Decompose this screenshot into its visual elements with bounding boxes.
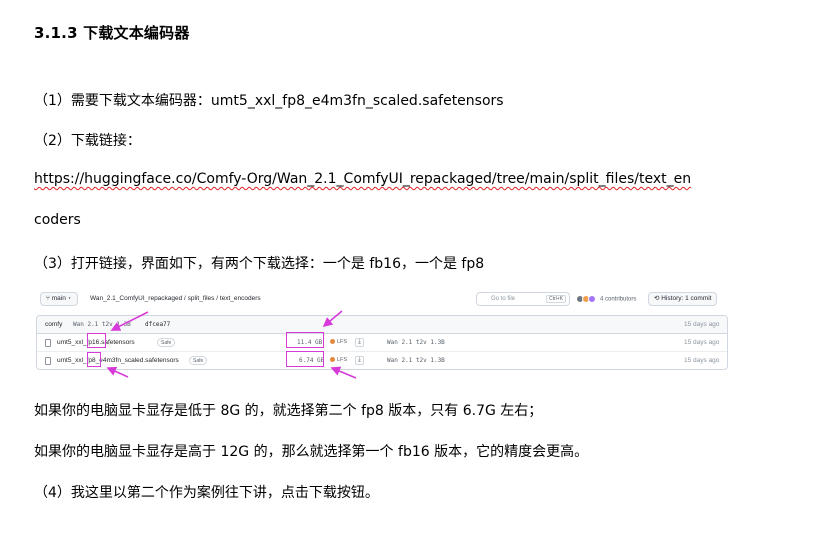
file-commit-message[interactable]: Wan 2.1 t2v 1.3B [387,357,445,364]
file-age: 15 days ago [684,339,720,346]
last-commit-row: comfy Wan 2.1 t2v 1.3B dfcea77 15 days a… [37,316,727,334]
file-row-fp16: umt5_xxl_fp16.safetensors Safe 11.4 GB L… [37,334,727,352]
download-url-line1[interactable]: https://huggingface.co/Comfy-Org/Wan_2.1… [34,171,691,187]
contributors-label: 4 contributors [600,296,637,303]
commit-message[interactable]: Wan 2.1 t2v 1.3B [73,321,131,328]
paragraph-two-options: （3）打开链接，界面如下，有两个下载选择：一个是 fb16，一个是 fp8 [34,256,485,272]
contributors[interactable]: 4 contributors [576,295,636,303]
file-table: comfy Wan 2.1 t2v 1.3B dfcea77 15 days a… [36,315,728,370]
embedded-screenshot: ⑂ main ▾ Wan_2.1_ComfyUI_repackaged / sp… [36,286,728,370]
file-name[interactable]: umt5_xxl_fp16.safetensors [57,339,135,346]
history-label: History: 1 commit [661,295,712,302]
download-icon[interactable]: ⤓ [355,356,364,365]
file-size: 6.74 GB [299,357,325,364]
paragraph-step4: （4）我这里以第二个作为案例往下讲，点击下载按钮。 [34,485,379,501]
commit-hash[interactable]: dfcea77 [145,321,170,328]
goto-shortcut: Ctrl+K [545,295,566,303]
file-commit-message[interactable]: Wan 2.1 t2v 1.3B [387,339,445,346]
branch-selector[interactable]: ⑂ main ▾ [40,292,78,306]
section-heading: 3.1.3 下载文本编码器 [34,24,190,42]
safe-badge: Safe [157,338,176,347]
lfs-badge: LFS [330,357,347,363]
history-button[interactable]: ⟲ History: 1 commit [648,292,718,306]
goto-file-input[interactable]: Go to file Ctrl+K [476,292,570,306]
contributor-avatars [576,295,598,303]
paragraph-high-vram: 如果你的电脑显卡显存是高于 12G 的，那么就选择第一个 fb16 版本，它的精… [34,444,589,460]
download-url-line2[interactable]: coders [34,212,81,228]
file-row-fp8: umt5_xxl_fp8_e4m3fn_scaled.safetensors S… [37,352,727,369]
file-icon [45,339,51,347]
breadcrumb[interactable]: Wan_2.1_ComfyUI_repackaged / split_files… [90,295,261,302]
branch-name: main [51,295,66,302]
file-age: 15 days ago [684,357,720,364]
safe-badge: Safe [189,356,208,365]
file-icon [45,357,51,365]
lfs-badge: LFS [330,339,347,345]
download-icon[interactable]: ⤓ [355,338,364,347]
goto-placeholder: Go to file [491,296,516,302]
file-name[interactable]: umt5_xxl_fp8_e4m3fn_scaled.safetensors [57,357,179,364]
repo-toolbar: ⑂ main ▾ Wan_2.1_ComfyUI_repackaged / sp… [36,286,728,312]
file-size: 11.4 GB [297,339,323,346]
paragraph-download-link-label: （2）下载链接： [34,133,141,149]
paragraph-low-vram: 如果你的电脑显卡显存是低于 8G 的，就选择第二个 fp8 版本，只有 6.7G… [34,403,543,419]
commit-age: 15 days ago [684,321,720,328]
paragraph-encoder-name: （1）需要下载文本编码器：umt5_xxl_fp8_e4m3fn_scaled.… [34,93,504,109]
commit-user[interactable]: comfy [45,321,62,328]
